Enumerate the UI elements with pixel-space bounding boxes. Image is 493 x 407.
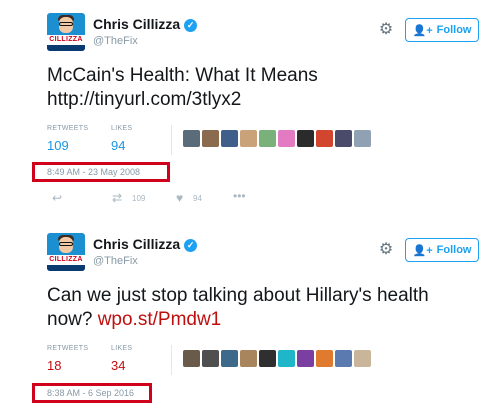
tweet-timestamp[interactable]: 8:49 AM - 23 May 2008	[32, 162, 170, 182]
add-person-icon: 👤+	[412, 244, 433, 257]
liker-avatar[interactable]	[183, 350, 200, 367]
liker-avatar[interactable]	[259, 130, 276, 147]
liker-avatar[interactable]	[202, 130, 219, 147]
likes-label: LIKES	[111, 125, 133, 132]
tweet-text-prefix: now?	[47, 309, 98, 330]
author-name-text: Chris Cillizza	[93, 236, 181, 252]
reply-icon[interactable]: ↩	[52, 191, 62, 205]
tweet-1: CILLIZZA Chris Cillizza ✓ @TheFix ⚙ 👤+ Fo…	[0, 0, 493, 220]
gear-icon[interactable]: ⚙	[378, 22, 394, 38]
liker-avatar[interactable]	[297, 130, 314, 147]
follow-label: Follow	[436, 244, 472, 256]
author-handle[interactable]: @TheFix	[93, 35, 138, 47]
liker-avatars	[183, 350, 371, 368]
stats-divider	[171, 345, 172, 375]
liker-avatar[interactable]	[278, 350, 295, 367]
liker-avatars	[183, 130, 371, 148]
gear-icon[interactable]: ⚙	[378, 242, 394, 258]
avatar-text: CILLIZZA	[47, 255, 85, 265]
more-dots-icon[interactable]: •••	[233, 189, 246, 203]
tweet-link[interactable]: wpo.st/Pmdw1	[98, 309, 222, 330]
retweets-label: RETWEETS	[47, 125, 89, 132]
liker-avatar[interactable]	[202, 350, 219, 367]
author-handle[interactable]: @TheFix	[93, 255, 138, 267]
retweets-count[interactable]: 18	[47, 358, 61, 373]
add-person-icon: 👤+	[412, 24, 433, 37]
avatar[interactable]: CILLIZZA	[47, 13, 85, 51]
stats-divider	[171, 125, 172, 155]
heart-icon[interactable]: ♥	[176, 191, 183, 205]
liker-avatar[interactable]	[297, 350, 314, 367]
liker-avatar[interactable]	[335, 350, 352, 367]
liker-avatar[interactable]	[316, 350, 333, 367]
tweet-text-line1: McCain's Health: What It Means	[47, 65, 318, 86]
likes-count[interactable]: 34	[111, 358, 125, 373]
tweet-text: McCain's Health: What It Means http://ti…	[47, 64, 467, 112]
avatar-text: CILLIZZA	[47, 35, 85, 45]
retweets-label: RETWEETS	[47, 345, 89, 352]
tweet-text-line1: Can we just stop talking about Hillary's…	[47, 285, 429, 306]
likes-count[interactable]: 94	[111, 138, 125, 153]
retweet-action-count: 109	[132, 194, 146, 203]
follow-label: Follow	[436, 24, 472, 36]
liker-avatar[interactable]	[221, 350, 238, 367]
liker-avatar[interactable]	[240, 350, 257, 367]
follow-button[interactable]: 👤+ Follow	[405, 18, 479, 42]
like-action-count: 94	[193, 194, 202, 203]
author-name-text: Chris Cillizza	[93, 16, 181, 32]
verified-badge-icon: ✓	[184, 239, 198, 252]
retweets-count[interactable]: 109	[47, 138, 69, 153]
liker-avatar[interactable]	[183, 130, 200, 147]
liker-avatar[interactable]	[259, 350, 276, 367]
tweet-2: CILLIZZA Chris Cillizza ✓ @TheFix ⚙ 👤+ Fo…	[0, 220, 493, 407]
liker-avatar[interactable]	[221, 130, 238, 147]
author-name[interactable]: Chris Cillizza ✓	[93, 16, 198, 32]
liker-avatar[interactable]	[316, 130, 333, 147]
follow-button[interactable]: 👤+ Follow	[405, 238, 479, 262]
verified-badge-icon: ✓	[184, 19, 198, 32]
avatar[interactable]: CILLIZZA	[47, 233, 85, 271]
retweet-icon[interactable]: ⇄	[112, 191, 122, 205]
liker-avatar[interactable]	[354, 350, 371, 367]
liker-avatar[interactable]	[354, 130, 371, 147]
liker-avatar[interactable]	[335, 130, 352, 147]
timestamp-text: 8:38 AM - 6 Sep 2016	[47, 388, 135, 398]
tweet-text-line2: now? wpo.st/Pmdw1	[47, 308, 467, 332]
tweet-timestamp[interactable]: 8:38 AM - 6 Sep 2016	[32, 383, 152, 403]
likes-label: LIKES	[111, 345, 133, 352]
liker-avatar[interactable]	[240, 130, 257, 147]
tweet-text: Can we just stop talking about Hillary's…	[47, 284, 467, 332]
timestamp-text: 8:49 AM - 23 May 2008	[47, 167, 141, 177]
tweet-text-line2[interactable]: http://tinyurl.com/3tlyx2	[47, 88, 467, 112]
author-name[interactable]: Chris Cillizza ✓	[93, 236, 198, 252]
liker-avatar[interactable]	[278, 130, 295, 147]
